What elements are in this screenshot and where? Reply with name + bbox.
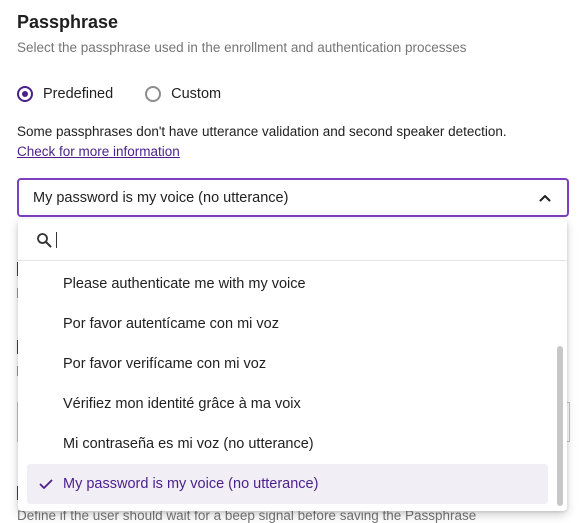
passphrase-select[interactable]: My password is my voice (no utterance) — [17, 178, 569, 217]
dropdown-option[interactable]: Por favor verifícame con mi voz — [18, 344, 567, 384]
dropdown-option-selected[interactable]: My password is my voice (no utterance) — [27, 464, 548, 504]
passphrase-dropdown: Please authenticate me with my voice Por… — [18, 219, 567, 511]
option-label: Por favor autentícame con mi voz — [63, 316, 279, 332]
dropdown-option[interactable]: Por favor autentícame con mi voz — [18, 304, 567, 344]
chevron-up-icon[interactable] — [537, 190, 553, 206]
dropdown-option[interactable]: Please authenticate me with my voice — [18, 264, 567, 304]
option-label: Vérifiez mon identité grâce à ma voix — [63, 396, 301, 412]
passphrase-select-value: My password is my voice (no utterance) — [33, 189, 289, 206]
dropdown-option[interactable]: Vérifiez mon identité grâce à ma voix — [18, 384, 567, 424]
text-caret — [56, 231, 57, 248]
radio-custom-label[interactable]: Custom — [171, 86, 221, 102]
dropdown-search-input[interactable] — [63, 230, 467, 249]
search-icon — [37, 232, 52, 247]
radio-predefined-label[interactable]: Predefined — [43, 86, 113, 102]
dropdown-options: Please authenticate me with my voice Por… — [18, 264, 567, 504]
option-label: Por favor verifícame con mi voz — [63, 356, 267, 372]
radio-custom[interactable] — [145, 86, 162, 102]
section-title: Passphrase — [17, 12, 119, 32]
dropdown-scrollbar[interactable] — [557, 346, 563, 506]
section-subtitle: Select the passphrase used in the enroll… — [17, 40, 467, 55]
option-label: My password is my voice (no utterance) — [63, 476, 319, 492]
option-label: Please authenticate me with my voice — [63, 276, 306, 292]
dropdown-search — [18, 219, 567, 261]
check-icon — [39, 479, 53, 489]
radio-predefined[interactable] — [17, 86, 33, 102]
more-info-link[interactable]: Check for more information — [17, 144, 180, 159]
info-text: Some passphrases don't have utterance va… — [17, 124, 507, 139]
passphrase-mode-group: Predefined Custom — [17, 86, 253, 102]
option-label: Mi contraseña es mi voz (no utterance) — [63, 436, 314, 452]
dropdown-option[interactable]: Mi contraseña es mi voz (no utterance) — [18, 424, 567, 464]
